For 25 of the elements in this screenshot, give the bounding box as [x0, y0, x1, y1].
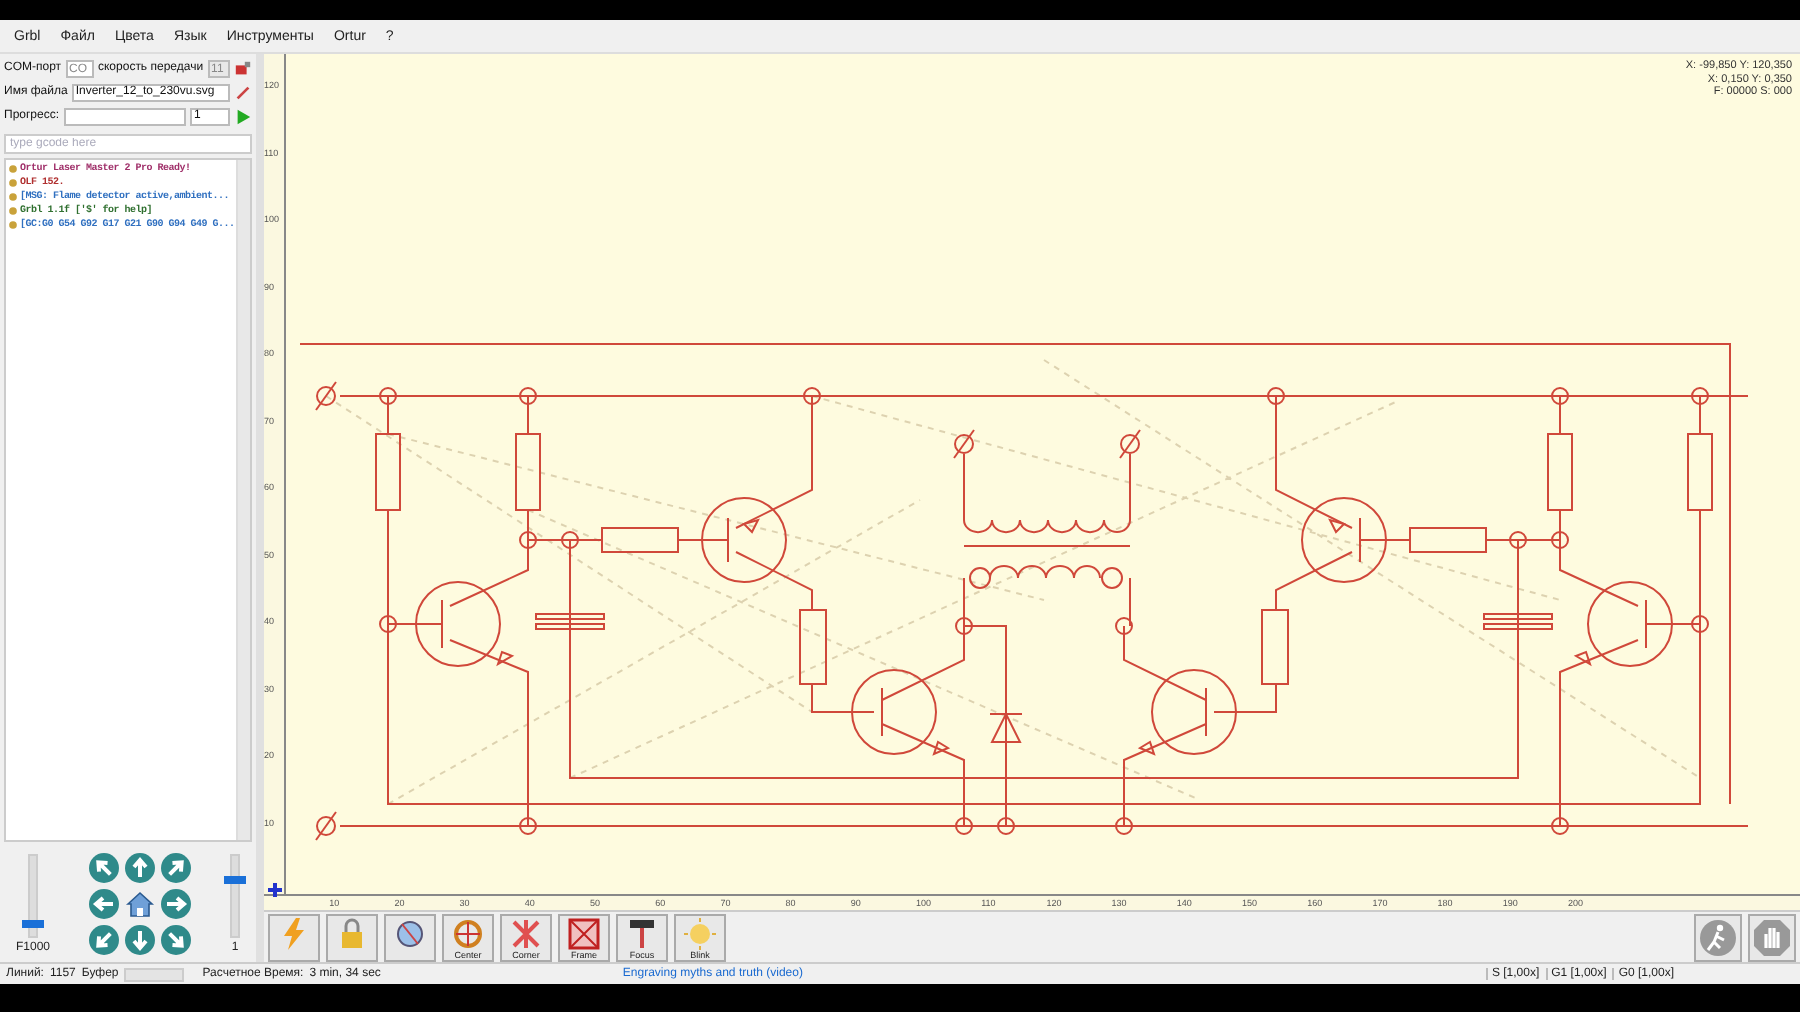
- toolbar-button[interactable]: [1748, 913, 1796, 961]
- crosshair-icon: [448, 917, 488, 949]
- home-icon[interactable]: [124, 888, 156, 920]
- toolbar-button[interactable]: [1694, 913, 1742, 961]
- sun-icon: [680, 917, 720, 949]
- plug-icon[interactable]: [234, 59, 252, 77]
- step-slider[interactable]: [229, 854, 240, 938]
- log-scrollbar[interactable]: [236, 160, 250, 840]
- speed-slider[interactable]: [28, 854, 38, 938]
- jog-arrow-button[interactable]: [160, 888, 192, 920]
- walking-person-icon: [1698, 917, 1738, 957]
- toolbar-button[interactable]: [326, 913, 378, 961]
- jog-arrow-button[interactable]: [88, 888, 120, 920]
- pencil-icon[interactable]: [234, 83, 252, 101]
- jog-arrow-button[interactable]: [88, 852, 120, 884]
- jog-arrow-button[interactable]: [88, 924, 120, 956]
- origin-marker-icon: [266, 881, 284, 899]
- play-icon[interactable]: [234, 107, 252, 125]
- jog-arrow-button[interactable]: [124, 924, 156, 956]
- frame-icon: [564, 917, 604, 949]
- jog-arrow-button[interactable]: [160, 852, 192, 884]
- toolbar-button[interactable]: [384, 913, 436, 961]
- jog-arrow-button[interactable]: [124, 852, 156, 884]
- hand-icon: [1752, 917, 1792, 957]
- jog-arrow-button[interactable]: [160, 924, 192, 956]
